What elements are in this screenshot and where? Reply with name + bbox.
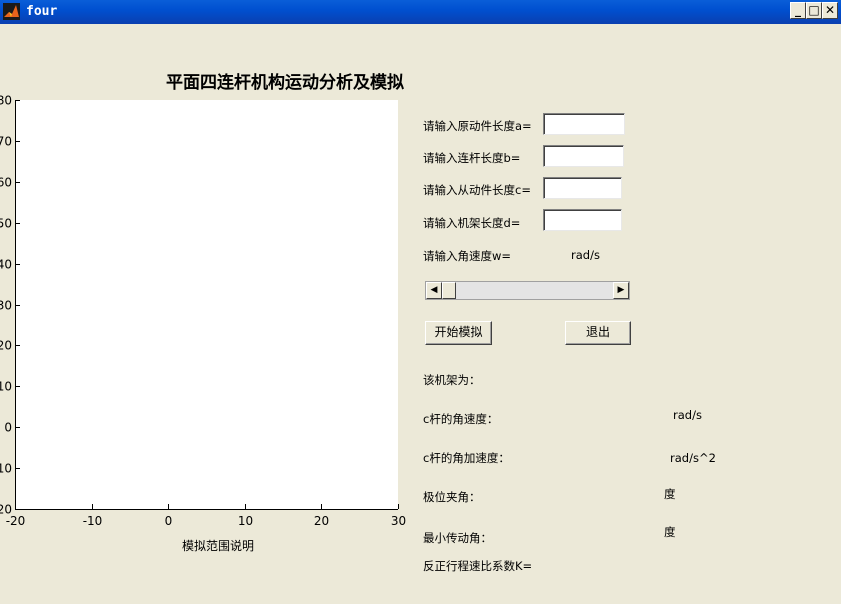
start-simulation-button[interactable]: 开始模拟	[425, 321, 492, 345]
y-tick-label: 80	[0, 94, 12, 108]
b-length-label: 请输入连杆长度b=	[423, 151, 521, 165]
x-tick-label: 20	[314, 514, 329, 528]
c-length-input[interactable]	[543, 177, 622, 199]
y-tick-label: 10	[0, 380, 12, 394]
y-tick-label: -10	[0, 462, 12, 476]
c-angular-velocity-label: c杆的角速度：	[423, 412, 499, 426]
c-angular-velocity-unit: rad/s	[673, 408, 702, 422]
angular-velocity-label: 请输入角速度w=	[423, 249, 512, 263]
y-tick-label: 50	[0, 217, 12, 231]
c-angular-acceleration-unit: rad/s^2	[670, 451, 716, 465]
x-tick-label: 0	[165, 514, 173, 528]
speed-ratio-k-label: 反正行程速比系数K=	[423, 559, 533, 573]
a-length-input[interactable]	[543, 113, 625, 135]
angular-velocity-slider[interactable]: ◀ ▶	[425, 281, 630, 300]
y-tick-label: 30	[0, 299, 12, 313]
min-transmission-angle-unit: 度	[664, 525, 676, 539]
x-axis-label: 模拟范围说明	[182, 539, 255, 553]
angular-velocity-unit: rad/s	[571, 248, 600, 262]
y-tick-label: 0	[4, 421, 12, 435]
min-transmission-angle-label: 最小传动角：	[423, 531, 492, 545]
x-tick-label: 10	[238, 514, 253, 528]
d-length-input[interactable]	[543, 209, 622, 231]
slider-thumb[interactable]	[442, 282, 456, 299]
c-length-label: 请输入从动件长度c=	[423, 183, 531, 197]
y-tick-label: 70	[0, 135, 12, 149]
y-tick-label: 40	[0, 258, 12, 272]
y-tick-label: 60	[0, 176, 12, 190]
x-tick-label: 30	[391, 514, 406, 528]
d-length-label: 请输入机架长度d=	[423, 216, 521, 230]
exit-button[interactable]: 退出	[565, 321, 631, 345]
plot-axes: -20-10010203080706050403020100-10-20	[0, 94, 406, 529]
limit-position-angle-label: 极位夹角：	[423, 490, 481, 504]
limit-position-angle-unit: 度	[664, 487, 676, 501]
c-angular-acceleration-label: c杆的角加速度：	[423, 451, 510, 465]
slider-right-arrow-icon[interactable]: ▶	[613, 282, 629, 299]
frame-type-label: 该机架为：	[423, 373, 481, 387]
a-length-label: 请输入原动件长度a=	[423, 119, 532, 133]
slider-left-arrow-icon[interactable]: ◀	[426, 282, 442, 299]
y-tick-label: -20	[0, 503, 12, 517]
b-length-input[interactable]	[543, 145, 624, 167]
y-tick-label: 20	[0, 339, 12, 353]
x-tick-label: -10	[83, 514, 103, 528]
